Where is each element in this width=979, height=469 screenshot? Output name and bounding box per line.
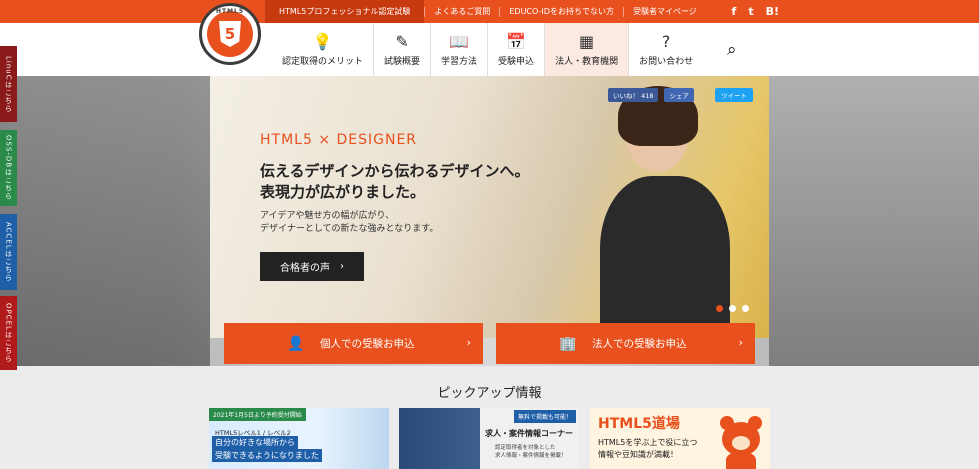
html5-shield-icon: 5 (219, 21, 241, 47)
office-icon: 🏢 (559, 335, 577, 352)
top-link-mypage[interactable]: 受験者マイページ (622, 6, 706, 17)
person-body (600, 176, 730, 338)
hero-headline-line2: 表現力が広がりました。 (260, 183, 426, 201)
chevron-right-icon: › (340, 261, 344, 272)
chevron-right-icon: › (738, 336, 743, 349)
fb-like-button[interactable]: いいね！ 418 (608, 88, 659, 102)
bear-mascot-icon (718, 416, 764, 469)
corporate-apply-button[interactable]: 🏢 法人での受験お申込 › (496, 323, 755, 364)
card-title: HTML5道場 (598, 416, 680, 432)
search-icon[interactable]: ⌕ (727, 40, 737, 60)
calendar-icon: 📅 (506, 32, 527, 51)
lightbulb-icon: 💡 (312, 32, 333, 51)
hero-person-image (590, 86, 740, 338)
question-icon: ? (661, 32, 671, 51)
book-icon: 📖 (449, 32, 469, 51)
card-desc-line1: HTML5を学ぶ上で役に立つ (598, 438, 698, 447)
twitter-icon[interactable]: t (748, 5, 753, 18)
nav-item-apply[interactable]: 📅 受験申込 (487, 23, 544, 76)
card-title-line1: 自分の好きな場所から (212, 436, 298, 449)
card-title: 求人・案件情報コーナー (485, 429, 573, 438)
nav-item-label: 学習方法 (441, 57, 478, 67)
card-desc-line2: 情報や豆知識が満載！ (598, 450, 678, 459)
top-links: HTML5プロフェッショナル認定試験 よくあるご質問 EDUCO-IDをお持ちで… (265, 0, 706, 24)
side-tab-linuc[interactable]: LinuCはこちら (0, 46, 17, 122)
hero-eyebrow: HTML5 × DESIGNER (260, 132, 418, 148)
hero-slide: いいね！ 418 シェア ツイート HTML5 × DESIGNER 伝えるデザ… (210, 76, 769, 338)
facebook-icon[interactable]: f (732, 5, 737, 18)
nav-item-label: 法人・教育機関 (555, 57, 619, 67)
nav-item-merit[interactable]: 💡 認定取得のメリット (272, 23, 373, 76)
side-tab-accel[interactable]: ACCELはこちら (0, 214, 17, 290)
hero-headline-line1: 伝えるデザインから伝わるデザインへ。 (260, 162, 530, 180)
nav-items: 💡 認定取得のメリット ✎ 試験概要 📖 学習方法 📅 受験申込 ▦ 法人・教育機関 ? お… (272, 23, 703, 76)
card-title-line2: 受験できるようになりました (212, 449, 322, 462)
edit-icon: ✎ (395, 32, 409, 51)
nav-item-overview[interactable]: ✎ 試験概要 (373, 23, 430, 76)
hero-right-image (769, 76, 979, 366)
voices-button[interactable]: 合格者の声 › (260, 252, 364, 281)
pickup-card-dojo[interactable]: HTML5道場 HTML5を学ぶ上で役に立つ 情報や豆知識が満載！ (590, 408, 770, 469)
main-nav: 💡 認定取得のメリット ✎ 試験概要 📖 学習方法 📅 受験申込 ▦ 法人・教育機関 ? お… (0, 23, 979, 76)
voices-button-label: 合格者の声 (280, 263, 330, 274)
html5-logo[interactable]: HTML5 5 (199, 3, 261, 65)
nav-item-corporate[interactable]: ▦ 法人・教育機関 (544, 23, 629, 76)
nav-item-label: お問い合わせ (639, 57, 694, 67)
logo-badge: 5 (207, 11, 253, 57)
card-desc-line2: 求人情報・案件情報を掲載！ (495, 453, 567, 459)
fb-share-button[interactable]: シェア (664, 88, 694, 102)
slider-dot-3[interactable] (742, 305, 749, 312)
personal-apply-button[interactable]: 👤 個人での受験お申込 › (224, 323, 483, 364)
side-tab-opcel[interactable]: OPCELはこちら (0, 296, 17, 370)
person-icon: 👤 (287, 335, 305, 352)
top-link-faq[interactable]: よくあるご質問 (424, 6, 499, 17)
hero-headline: 伝えるデザインから伝わるデザインへ。 表現力が広がりました。 (260, 161, 590, 203)
nav-item-study[interactable]: 📖 学習方法 (430, 23, 487, 76)
logo-ring-text: HTML5 (215, 8, 245, 15)
nav-item-label: 受験申込 (498, 57, 535, 67)
hero-left-image (0, 76, 210, 366)
slider-dot-2[interactable] (729, 305, 736, 312)
top-link-html5-exam[interactable]: HTML5プロフェッショナル認定試験 (265, 0, 425, 24)
hero-subtext-line2: デザイナーとしての新たな強みとなります。 (260, 224, 439, 234)
card-desc: HTML5を学ぶ上で役に立つ 情報や豆知識が満載！ (598, 437, 697, 461)
side-tab-ossdb[interactable]: OSS-DBはこちら (0, 130, 17, 206)
slider-dot-1[interactable] (716, 305, 723, 312)
chevron-right-icon: › (466, 336, 471, 349)
slider-dots (716, 305, 749, 312)
card-desc-line1: 認定取得者を対象とした (495, 445, 556, 451)
social-links: f t B! (732, 0, 779, 23)
pickup-card-jobs[interactable]: 無料で掲載も可能！ 求人・案件情報コーナー 認定取得者を対象とした 求人情報・案… (399, 408, 579, 469)
nav-item-contact[interactable]: ? お問い合わせ (628, 23, 703, 76)
building-icon: ▦ (579, 32, 595, 51)
nav-item-label: 認定取得のメリット (282, 57, 364, 67)
hatena-bookmark-icon[interactable]: B! (766, 5, 779, 18)
card-tag: 2021年1月5日より予約受付開始 (209, 408, 306, 421)
pickup-heading: ピックアップ情報 (437, 386, 542, 401)
hero-subtext-line1: アイデアや魅せ方の幅が広がり、 (260, 211, 395, 221)
facebook-buttons: いいね！ 418 シェア (608, 88, 694, 102)
personal-apply-label: 個人での受験お申込 (320, 338, 415, 350)
tweet-button[interactable]: ツイート (715, 88, 753, 102)
corporate-apply-label: 法人での受験お申込 (592, 338, 687, 350)
nav-item-label: 試験概要 (384, 57, 421, 67)
hero-subtext: アイデアや魅せ方の幅が広がり、 デザイナーとしての新たな強みとなります。 (260, 210, 438, 236)
top-link-educo-id[interactable]: EDUCO-IDをお持ちでない方 (499, 6, 623, 17)
pickup-card-online-exam[interactable]: 2021年1月5日より予約受付開始 HTML5レベル1 / レベル2 自分の好き… (209, 408, 389, 469)
card-desc: 認定取得者を対象とした 求人情報・案件情報を掲載！ (495, 444, 567, 460)
card-tag: 無料で掲載も可能！ (513, 410, 576, 423)
